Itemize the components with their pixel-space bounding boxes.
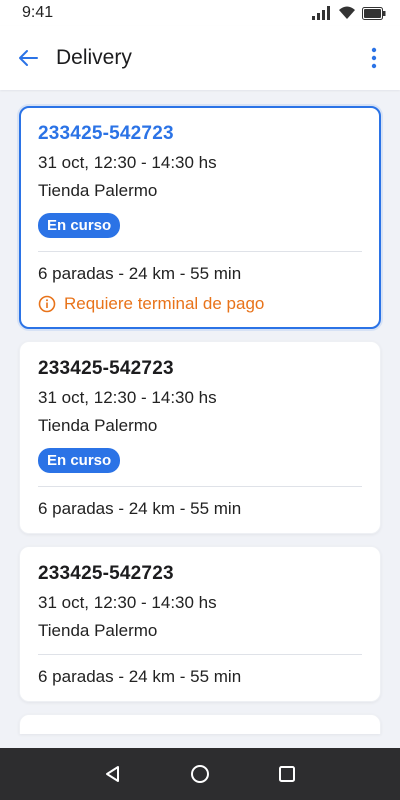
nav-back-button[interactable]	[95, 756, 131, 792]
delivery-date: 31 oct, 12:30 - 14:30 hs	[38, 388, 217, 407]
delivery-store: Tienda Palermo	[38, 181, 158, 200]
warning-text: Requiere terminal de pago	[64, 294, 265, 313]
more-options-button[interactable]	[362, 44, 386, 72]
delivery-card[interactable]: 233425-542723 31 oct, 12:30 - 14:30 hs T…	[19, 341, 381, 534]
delivery-card[interactable]: 233425-542723 31 oct, 12:30 - 14:30 hs T…	[19, 546, 381, 702]
battery-icon	[362, 6, 386, 20]
back-button[interactable]	[14, 44, 42, 72]
circle-home-icon	[190, 765, 209, 783]
status-time: 9:41	[22, 4, 54, 21]
delivery-date: 31 oct, 12:30 - 14:30 hs	[38, 593, 217, 612]
delivery-id: 233425-542723	[38, 358, 174, 379]
delivery-date: 31 oct, 12:30 - 14:30 hs	[38, 153, 217, 172]
triangle-back-icon	[106, 766, 120, 782]
square-recents-icon	[278, 766, 295, 782]
status-badge: En curso	[38, 213, 121, 238]
arrow-left-icon	[19, 50, 38, 66]
payment-warning: Requiere terminal de pago	[38, 294, 362, 314]
delivery-store: Tienda Palermo	[38, 416, 158, 435]
page-title: Delivery	[56, 46, 132, 69]
nav-recents-button[interactable]	[269, 756, 305, 792]
delivery-id: 233425-542723	[38, 123, 174, 144]
delivery-summary: 6 paradas - 24 km - 55 min	[38, 667, 242, 686]
status-badge: En curso	[38, 448, 121, 473]
nav-home-button[interactable]	[182, 756, 218, 792]
status-bar: 9:41	[0, 0, 400, 26]
delivery-list: 233425-542723 31 oct, 12:30 - 14:30 hs T…	[0, 90, 400, 748]
delivery-summary: 6 paradas - 24 km - 55 min	[38, 499, 242, 518]
delivery-store: Tienda Palermo	[38, 621, 158, 640]
app-bar: Delivery	[0, 26, 400, 90]
delivery-summary: 6 paradas - 24 km - 55 min	[38, 264, 242, 283]
info-circle-icon	[38, 295, 56, 313]
status-icons	[312, 6, 386, 20]
delivery-card[interactable]: 233425-542723 31 oct, 12:30 - 14:30 hs T…	[19, 106, 381, 329]
wifi-icon	[339, 6, 355, 19]
delivery-id: 233425-542723	[38, 563, 174, 584]
signal-icon	[312, 6, 330, 20]
more-vert-icon	[371, 47, 377, 69]
delivery-card-partial[interactable]	[19, 714, 381, 734]
card-divider	[38, 654, 362, 655]
card-divider	[38, 251, 362, 252]
system-nav-bar	[0, 748, 400, 800]
card-divider	[38, 486, 362, 487]
